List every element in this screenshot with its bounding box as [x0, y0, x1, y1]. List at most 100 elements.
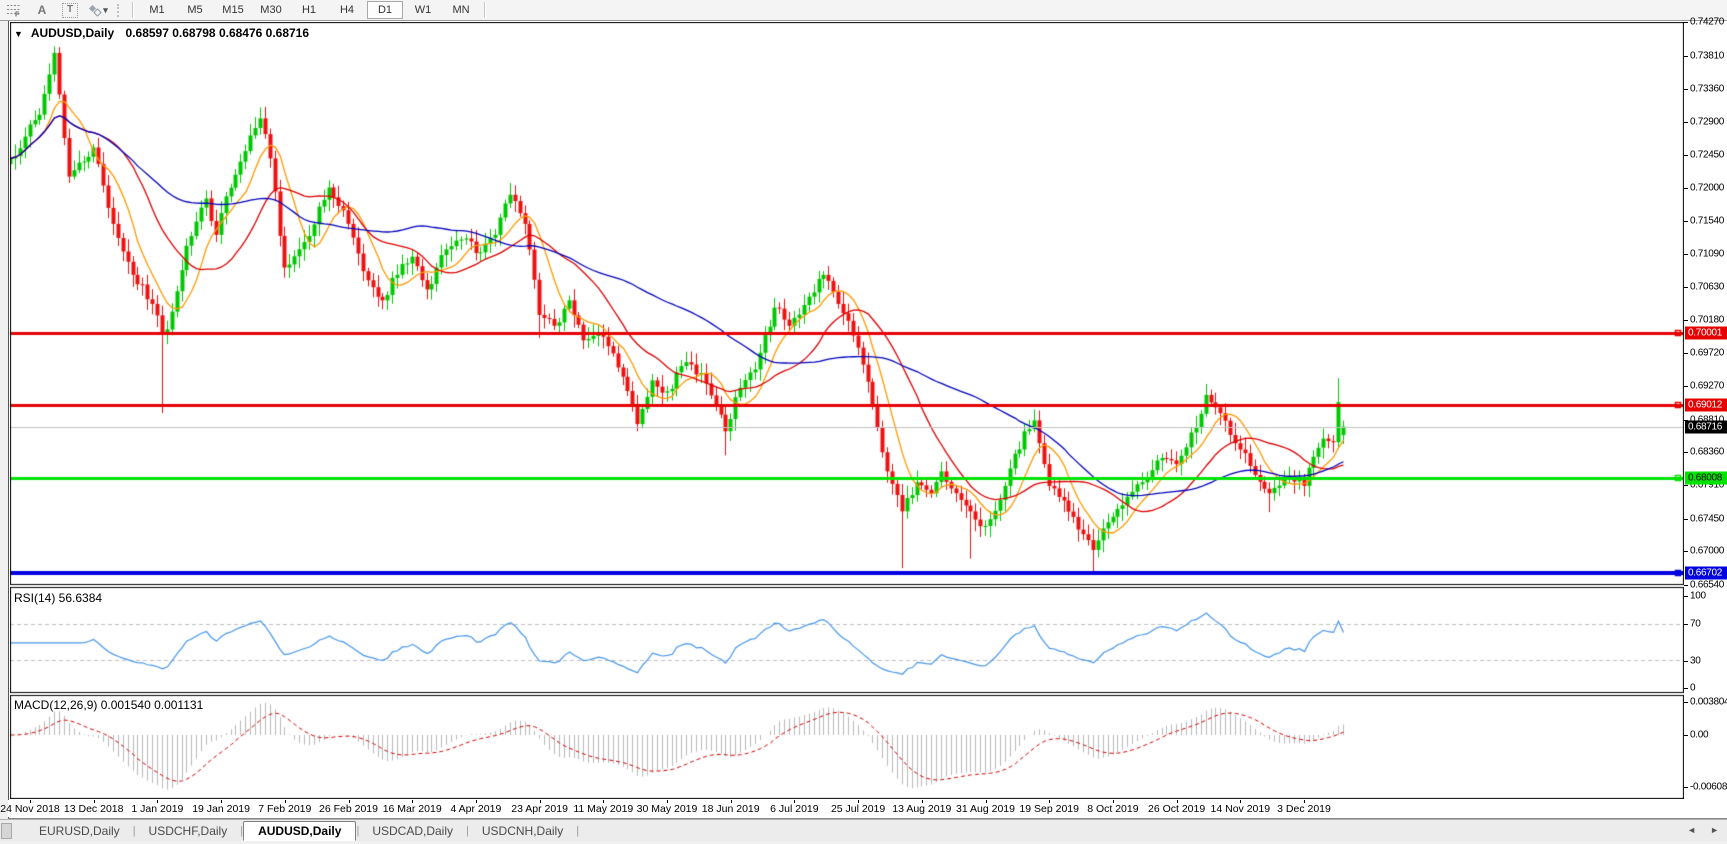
rsi-axis-tick	[1684, 596, 1688, 597]
rsi-indicator-label: RSI(14) 56.6384	[14, 591, 103, 605]
fibonacci-icon[interactable]: F	[3, 2, 25, 18]
tab-strip-corner	[1, 822, 12, 839]
tab-separator: |	[576, 824, 580, 837]
toolbar-grip[interactable]	[117, 3, 123, 17]
time-axis-label: 18 Jun 2019	[701, 803, 760, 815]
price-axis-label: 0.72450	[1690, 149, 1725, 161]
timeframe-toolbar: M1 M5 M15 M30 H1 H4 D1 W1 MN	[138, 1, 480, 19]
macd-indicator-label: MACD(12,26,9) 0.001540 0.001131	[14, 698, 204, 712]
time-axis-label: 31 Aug 2019	[956, 803, 1015, 815]
price-axis-tick	[1684, 319, 1688, 321]
price-axis-tick	[1684, 187, 1688, 189]
timeframe-button-w1[interactable]: W1	[405, 1, 441, 19]
timeframe-button-m15[interactable]: M15	[215, 1, 251, 19]
macd-axis-tick	[1684, 702, 1688, 703]
timeframe-button-d1[interactable]: D1	[367, 1, 403, 19]
mt4-window: F A T ▾ M1 M5 M15 M30 H1 H4 D1 W1 MN ▼ AUDUSD,Da…	[0, 0, 1727, 844]
chart-symbol-label: AUDUSD,Daily	[30, 26, 115, 40]
macd-axis-tick	[1684, 735, 1688, 736]
time-axis-label: 4 Apr 2019	[450, 803, 502, 815]
time-axis-label: 26 Feb 2019	[319, 803, 378, 815]
shapes-dropdown-caret[interactable]: ▾	[103, 5, 108, 16]
collapse-triangle-icon[interactable]: ▼	[14, 29, 23, 39]
price-tag-0-69012: 0.69012	[1685, 398, 1727, 412]
time-axis-label: 3 Dec 2019	[1277, 803, 1331, 815]
price-axis-label: 0.73360	[1690, 83, 1725, 95]
time-axis-label: 11 May 2019	[573, 803, 634, 815]
price-axis-label: 0.69270	[1690, 380, 1725, 392]
macd-axis-label: 0.00	[1690, 729, 1709, 741]
price-axis-tick	[1684, 154, 1688, 156]
toolbar-separator	[132, 2, 134, 18]
time-axis-label: 1 Jan 2019	[131, 803, 184, 815]
drawing-toolbar: F A T ▾ M1 M5 M15 M30 H1 H4 D1 W1 MN	[0, 0, 1727, 21]
price-axis-tick	[1684, 452, 1688, 454]
tab-eurusd-daily[interactable]: EURUSD,Daily	[26, 822, 133, 840]
chart-ohlc-values: 0.68597 0.68798 0.68476 0.68716	[125, 26, 310, 40]
price-axis-label: 0.67450	[1690, 513, 1725, 525]
timeframe-button-m30[interactable]: M30	[253, 1, 289, 19]
shapes-icon[interactable]: ▾	[87, 2, 109, 18]
price-tag-0-66702: 0.66702	[1685, 566, 1727, 580]
time-axis-label: 14 Nov 2019	[1210, 803, 1271, 815]
time-axis-label: 26 Oct 2019	[1147, 803, 1206, 815]
price-axis-tick	[1684, 287, 1688, 289]
rsi-axis-tick	[1684, 623, 1688, 625]
timeframe-button-mn[interactable]: MN	[443, 1, 479, 19]
time-axis-label: 13 Dec 2018	[63, 803, 124, 815]
chart-title: ▼ AUDUSD,Daily 0.68597 0.68798 0.68476 0…	[14, 26, 309, 40]
tab-scroll-right-button[interactable]: ►	[1710, 825, 1719, 835]
price-axis-tick	[1684, 122, 1688, 123]
price-axis-tick	[1684, 353, 1688, 355]
chart-tabs: EURUSD,Daily | USDCHF,Daily | AUDUSD,Daily | U…	[26, 820, 580, 841]
macd-axis-label: -0.006087	[1690, 781, 1727, 793]
text-label-icon[interactable]: A	[31, 2, 53, 18]
price-axis-tick	[1684, 22, 1688, 24]
price-axis-label: 0.72000	[1690, 182, 1725, 193]
toolbar-separator-2	[484, 2, 486, 18]
timeframe-button-h1[interactable]: H1	[291, 1, 327, 19]
rsi-axis-label: 0	[1690, 682, 1696, 693]
price-axis-tick	[1684, 584, 1688, 586]
rsi-axis-label: 30	[1690, 655, 1701, 666]
time-axis-label: 6 Jul 2019	[770, 803, 819, 815]
price-axis-label: 0.68360	[1690, 446, 1725, 458]
time-axis-label: 23 Apr 2019	[511, 803, 568, 815]
tab-scroll-arrows: ◄ ►	[1687, 825, 1719, 835]
price-axis-label: 0.70180	[1690, 314, 1725, 326]
text-icon[interactable]: T	[59, 2, 81, 18]
price-axis-tick	[1684, 386, 1688, 388]
price-axis-tick	[1684, 485, 1688, 487]
tab-audusd-daily[interactable]: AUDUSD,Daily	[243, 820, 357, 841]
price-axis-label: 0.67000	[1690, 545, 1725, 557]
time-axis-label: 19 Sep 2019	[1019, 803, 1079, 815]
price-axis-tick	[1684, 88, 1688, 90]
tab-scroll-left-button[interactable]: ◄	[1687, 825, 1696, 835]
macd-axis-label: 0.003804	[1690, 696, 1727, 708]
timeframe-button-h4[interactable]: H4	[329, 1, 365, 19]
price-axis-label: 0.66540	[1690, 579, 1725, 591]
time-axis-label: 24 Nov 2018	[0, 803, 60, 815]
price-axis-label: 0.71540	[1690, 215, 1725, 227]
time-axis[interactable]: 24 Nov 2018 13 Dec 2018 1 Jan 2019 19 Jan 2…	[0, 800, 1684, 817]
price-axis-label: 0.74270	[1690, 16, 1725, 28]
price-axis-label: 0.72900	[1690, 116, 1725, 128]
timeframe-button-m1[interactable]: M1	[139, 1, 175, 19]
rsi-axis-tick	[1684, 687, 1688, 689]
tab-usdcad-daily[interactable]: USDCAD,Daily	[359, 822, 466, 840]
tab-usdcnh-daily[interactable]: USDCNH,Daily	[469, 822, 576, 840]
svg-text:F: F	[15, 12, 20, 18]
tab-usdchf-daily[interactable]: USDCHF,Daily	[136, 822, 241, 840]
price-axis-label: 0.69720	[1690, 347, 1725, 359]
timeframe-button-m5[interactable]: M5	[177, 1, 213, 19]
rsi-axis-tick	[1684, 660, 1688, 662]
macd-axis-tick	[1684, 787, 1688, 788]
time-axis-label: 13 Aug 2019	[892, 803, 952, 815]
time-axis-label: 8 Oct 2019	[1087, 803, 1139, 815]
price-axis-label: 0.73810	[1690, 50, 1725, 62]
price-axis-tick	[1684, 55, 1688, 57]
time-axis-label: 16 Mar 2019	[382, 803, 442, 815]
price-chart-canvas[interactable]	[10, 22, 1684, 799]
rsi-axis-label: 70	[1690, 618, 1701, 629]
price-axis-tick	[1684, 253, 1688, 255]
